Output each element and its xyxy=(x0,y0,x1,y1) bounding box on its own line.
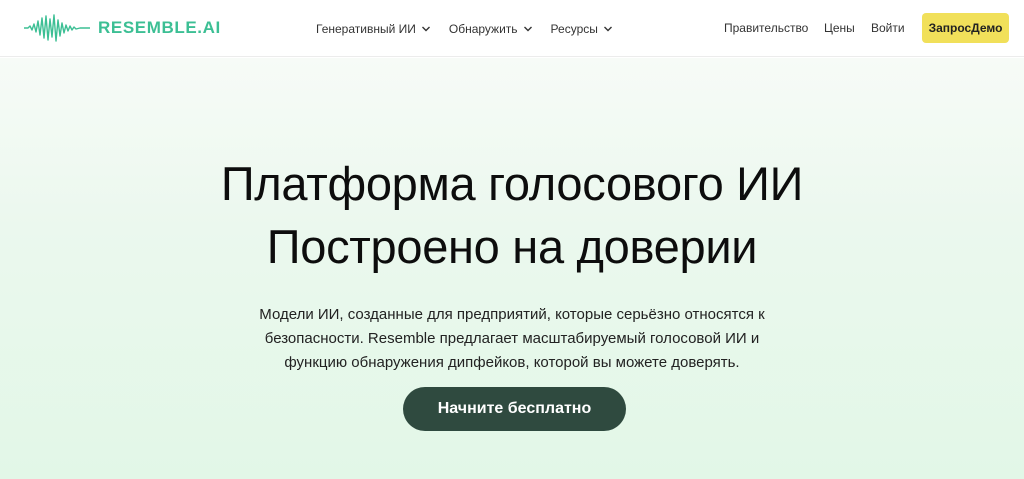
nav-resources-label: Ресурсы xyxy=(550,21,598,36)
hero-section: Платформа голосового ИИ Построено на дов… xyxy=(0,58,1024,479)
main-nav: Генеративный ИИ Обнаружить Ресурсы xyxy=(316,0,631,57)
logo[interactable]: RESEMBLE.AI xyxy=(24,13,221,43)
waveform-logo-icon xyxy=(24,14,90,42)
start-free-button[interactable]: Начните бесплатно xyxy=(403,387,626,431)
nav-generative-ai-label: Генеративный ИИ xyxy=(316,21,416,36)
hero-subtitle-line2: безопасности. Resemble предлагает масшта… xyxy=(264,330,760,347)
hero-subtitle-line3: функцию обнаружения дипфейков, которой в… xyxy=(284,354,740,371)
site-header: RESEMBLE.AI Генеративный ИИ Обнаружить Р… xyxy=(0,0,1024,57)
nav-detect[interactable]: Обнаружить xyxy=(449,22,533,36)
chevron-down-icon xyxy=(523,26,532,31)
hero-title-line1: Платформа голосового ИИ xyxy=(220,157,804,210)
nav-government-link[interactable]: Правительство xyxy=(724,21,808,35)
nav-pricing-link[interactable]: Цены xyxy=(824,21,855,35)
nav-login-link[interactable]: Войти xyxy=(871,21,905,35)
nav-detect-label: Обнаружить xyxy=(448,21,518,36)
brand-name: RESEMBLE.AI xyxy=(98,18,221,37)
hero-title-line2: Построено на доверии xyxy=(266,220,758,273)
request-demo-button[interactable]: ЗапросДемо xyxy=(922,13,1009,43)
chevron-down-icon xyxy=(421,26,430,31)
nav-generative-ai[interactable]: Генеративный ИИ xyxy=(316,22,431,36)
hero-subtitle-line1: Модели ИИ, созданные для предприятий, ко… xyxy=(259,306,765,323)
chevron-down-icon xyxy=(603,26,612,31)
hero-subtitle: Модели ИИ, созданные для предприятий, ко… xyxy=(212,303,812,375)
nav-resources[interactable]: Ресурсы xyxy=(551,22,613,36)
